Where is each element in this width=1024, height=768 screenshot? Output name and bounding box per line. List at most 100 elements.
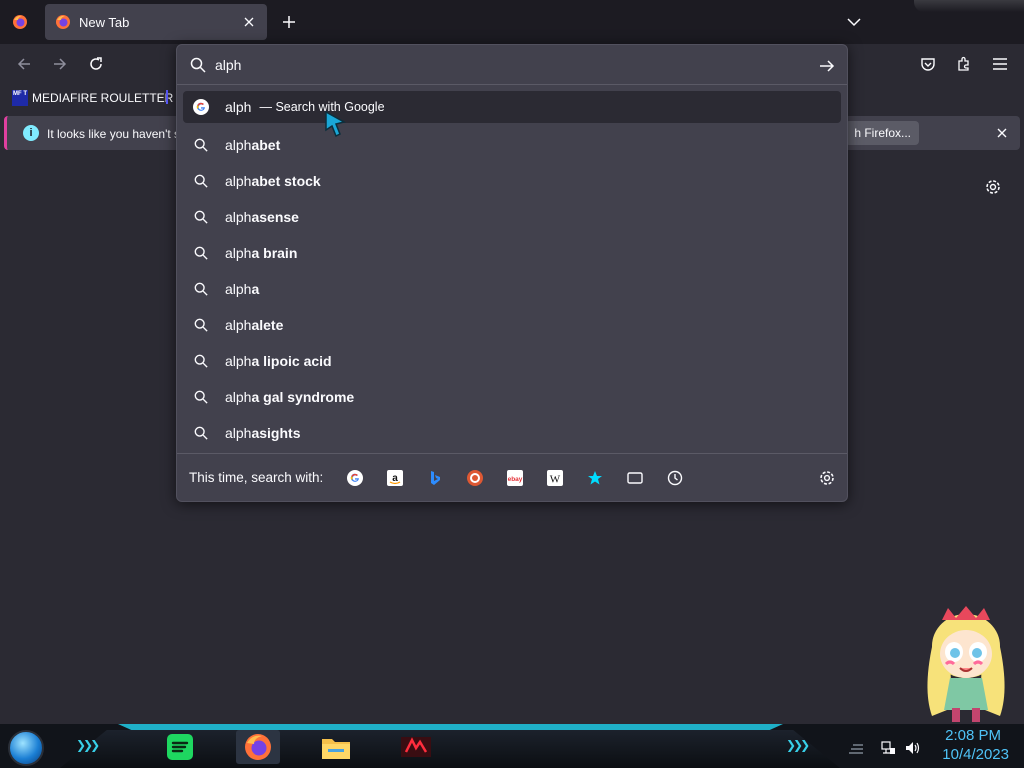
search-icon (193, 317, 209, 333)
search-with-google-label: — Search with Google (259, 100, 385, 114)
search-icon (193, 353, 209, 369)
suggestion-completion: abet stock (251, 173, 321, 189)
suggestion-item[interactable]: alph a lipoic acid (183, 343, 841, 379)
start-button[interactable] (8, 730, 44, 766)
suggestion-typed: alph (225, 245, 252, 261)
firefox-taskbar-icon[interactable] (236, 730, 280, 764)
suggestion-item[interactable]: alph abet stock (183, 163, 841, 199)
urlbar (177, 45, 847, 85)
tray-chevron-icon[interactable] (848, 740, 864, 756)
bookmark-partial[interactable] (166, 90, 174, 104)
tab-new-tab[interactable]: New Tab (45, 4, 267, 40)
forward-button[interactable] (50, 54, 70, 74)
search-icon (193, 209, 209, 225)
info-icon: i (23, 125, 39, 141)
taskbar-glow (118, 724, 783, 730)
search-icon (193, 389, 209, 405)
suggestion-completion: abet (251, 137, 281, 153)
gear-icon[interactable] (817, 468, 837, 488)
gear-icon[interactable] (982, 176, 1004, 198)
pocket-icon[interactable] (918, 54, 938, 74)
amazon-icon[interactable]: a (385, 468, 405, 488)
close-icon[interactable] (993, 124, 1011, 142)
suggestion-search-google[interactable]: alph — Search with Google (183, 91, 841, 123)
ebay-icon[interactable]: ebay (505, 468, 525, 488)
tab-title: New Tab (79, 14, 130, 30)
game-app-icon[interactable] (394, 730, 438, 764)
suggestion-typed: alph (225, 353, 252, 369)
network-icon[interactable] (880, 740, 896, 756)
suggestion-item[interactable]: alph alete (183, 307, 841, 343)
suggestion-typed: alph (225, 389, 252, 405)
tab-strip: New Tab (0, 0, 1024, 44)
firefox-menu-icon[interactable] (12, 14, 28, 30)
firefox-icon (56, 15, 70, 29)
suggestion-typed: alph (225, 209, 252, 225)
one-off-label: This time, search with: (189, 470, 324, 485)
suggestion-completion: a brain (251, 245, 298, 261)
bing-icon[interactable] (425, 468, 445, 488)
reload-button[interactable] (86, 54, 106, 74)
suggestion-list: alph — Search with Google alph abet alph a… (183, 91, 841, 451)
search-icon (193, 173, 209, 189)
suggestion-item[interactable]: alph abet (183, 127, 841, 163)
suggestion-typed: alph (225, 137, 252, 153)
wikipedia-icon[interactable]: W (545, 468, 565, 488)
bookmarks-icon[interactable] (585, 468, 605, 488)
suggestion-completion: a gal syndrome (251, 389, 355, 405)
taskbar (0, 724, 1024, 768)
google-icon[interactable] (345, 468, 365, 488)
extensions-icon[interactable] (954, 54, 974, 74)
suggestion-completion: asense (251, 209, 299, 225)
suggestion-item[interactable]: alph a brain (183, 235, 841, 271)
back-button[interactable] (14, 54, 34, 74)
one-off-search-bar: This time, search with: a ebay W (177, 453, 847, 501)
clock-time[interactable]: 2:08 PM (941, 727, 1001, 744)
suggestion-item[interactable]: alph asense (183, 199, 841, 235)
chevron-down-icon[interactable] (844, 12, 864, 32)
svg-text:ebay: ebay (508, 476, 523, 483)
suggestion-completion: a (251, 281, 260, 297)
search-icon (193, 425, 209, 441)
character-sticker-image (927, 606, 1005, 722)
search-icon (193, 281, 209, 297)
google-icon (193, 99, 209, 115)
set-default-button[interactable]: h Firefox... (845, 121, 919, 145)
search-icon (193, 137, 209, 153)
svg-text:a: a (392, 473, 398, 484)
chevron-decoration-icon: ❯❯❯ (76, 738, 100, 752)
search-icon (193, 245, 209, 261)
file-explorer-icon[interactable] (314, 730, 358, 764)
suggestion-item[interactable]: alph asights (183, 415, 841, 451)
urlbar-dropdown: alph — Search with Google alphabet alpha… (176, 44, 848, 502)
suggestion-typed: alph (225, 173, 252, 189)
spotify-icon[interactable] (158, 730, 202, 764)
suggestion-typed: alph (225, 317, 252, 333)
suggestion-completion: a lipoic acid (251, 353, 332, 369)
search-icon (190, 57, 206, 73)
suggestion-text: alph (225, 99, 252, 115)
arrow-right-icon[interactable] (817, 56, 837, 76)
suggestion-typed: alph (225, 281, 252, 297)
suggestion-item[interactable]: alph a gal syndrome (183, 379, 841, 415)
svg-text:W: W (550, 474, 561, 486)
tabs-icon[interactable] (625, 468, 645, 488)
duckduckgo-icon[interactable] (465, 468, 485, 488)
urlbar-input[interactable] (215, 55, 795, 75)
close-icon[interactable] (241, 14, 257, 30)
volume-icon[interactable] (904, 740, 920, 756)
new-tab-button[interactable] (279, 12, 299, 32)
window-frame-decoration (914, 0, 1024, 12)
mouse-cursor-icon (325, 110, 347, 138)
suggestion-completion: alete (251, 317, 284, 333)
suggestion-item[interactable]: alph a (183, 271, 841, 307)
bookmark-mediafire-rouletter[interactable]: MF T MEDIAFIRE ROULETTER (12, 88, 173, 108)
hamburger-menu-icon[interactable] (990, 54, 1010, 74)
history-icon[interactable] (665, 468, 685, 488)
clock-date[interactable]: 10/4/2023 (933, 746, 1009, 763)
suggestion-typed: alph (225, 425, 252, 441)
notification-text: It looks like you haven't s (47, 127, 181, 141)
mediafire-icon: MF T (12, 90, 28, 106)
bookmark-label: MEDIAFIRE ROULETTER (32, 91, 174, 105)
chevron-decoration-icon: ❯❯❯ (786, 738, 810, 752)
